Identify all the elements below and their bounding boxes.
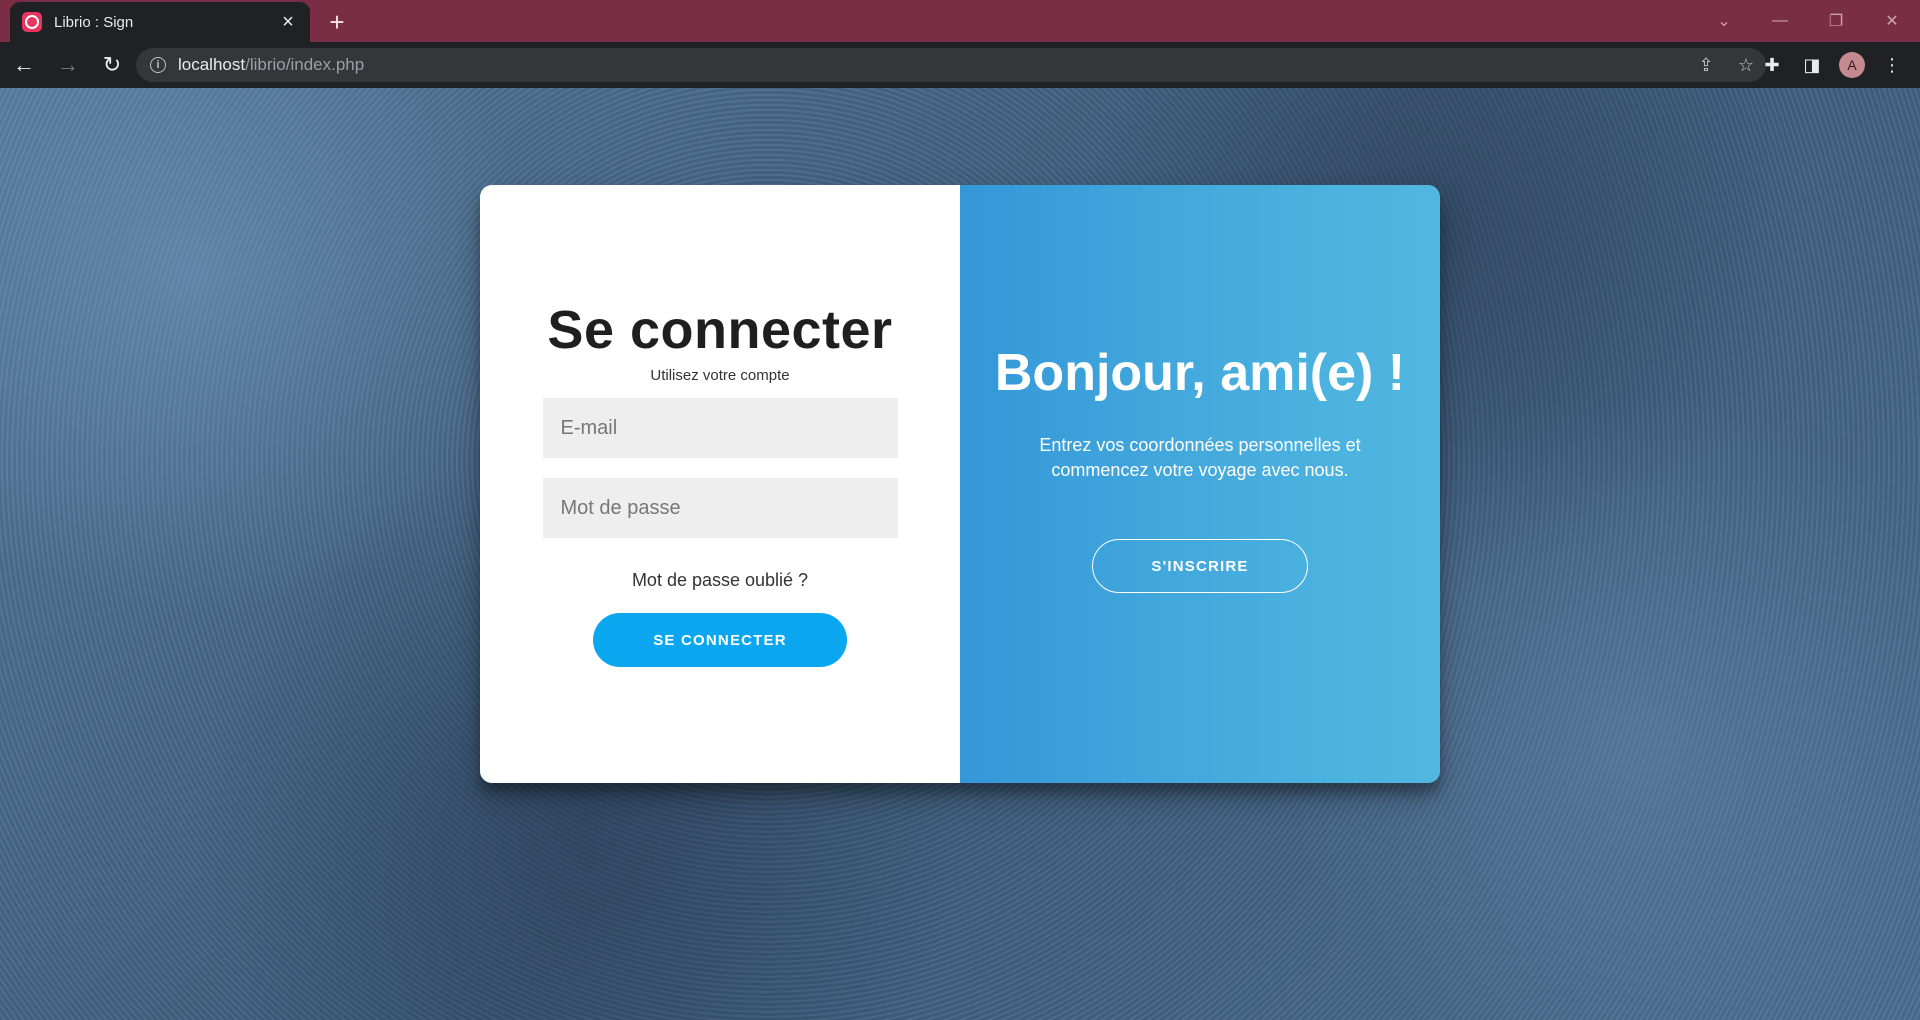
sign-in-subtitle: Utilisez votre compte xyxy=(650,367,790,384)
url-path: /librio/index.php xyxy=(245,55,365,74)
forgot-password-link[interactable]: Mot de passe oublié ? xyxy=(632,570,808,591)
side-panel-icon[interactable]: ◨ xyxy=(1792,45,1832,85)
url-host: localhost xyxy=(178,55,246,74)
forward-arrow-icon[interactable]: → xyxy=(48,45,88,85)
auth-card: Se connecter Utilisez votre compte Mot d… xyxy=(480,185,1440,783)
tab-close-icon[interactable]: × xyxy=(278,12,298,32)
page-background: Se connecter Utilisez votre compte Mot d… xyxy=(0,88,1920,1020)
welcome-title: Bonjour, ami(e) ! xyxy=(994,344,1406,402)
avatar: A xyxy=(1839,52,1865,78)
close-window-icon[interactable]: ✕ xyxy=(1864,0,1920,42)
email-field[interactable] xyxy=(542,398,898,458)
librio-favicon-icon xyxy=(22,12,42,32)
window-controls: ⌄ — ❐ ✕ xyxy=(1702,0,1920,42)
browser-tab[interactable]: Librio : Sign × xyxy=(10,2,310,42)
new-tab-button[interactable]: + xyxy=(322,7,352,37)
welcome-text: Entrez vos coordonnées personnelles et c… xyxy=(1039,435,1361,480)
sign-up-panel: Bonjour, ami(e) ! Entrez vos coordonnées… xyxy=(960,185,1440,783)
profile-button[interactable]: A xyxy=(1832,45,1872,85)
share-icon[interactable]: ⇪ xyxy=(1686,48,1726,82)
url-text: localhost/librio/index.php xyxy=(178,55,364,75)
sign-in-title: Se connecter xyxy=(547,300,893,360)
password-field[interactable] xyxy=(542,478,898,538)
minimize-icon[interactable]: — xyxy=(1752,0,1808,42)
site-info-icon[interactable]: i xyxy=(150,57,166,73)
address-bar[interactable]: i localhost/librio/index.php ⇪ ☆ xyxy=(136,48,1766,82)
reload-icon[interactable]: ↻ xyxy=(92,45,132,85)
kebab-menu-icon[interactable]: ⋮ xyxy=(1872,45,1912,85)
sign-up-button[interactable]: S'INSCRIRE xyxy=(1092,539,1308,593)
extensions-puzzle-icon[interactable]: ✚ xyxy=(1752,45,1792,85)
browser-title-bar: Librio : Sign × + ⌄ — ❐ ✕ xyxy=(0,0,1920,42)
back-arrow-icon[interactable]: ← xyxy=(4,45,44,85)
browser-toolbar: ← → ↻ i localhost/librio/index.php ⇪ ☆ ✚… xyxy=(0,42,1920,88)
restore-icon[interactable]: ❐ xyxy=(1808,0,1864,42)
sign-in-button[interactable]: SE CONNECTER xyxy=(593,613,847,667)
sign-in-panel: Se connecter Utilisez votre compte Mot d… xyxy=(480,185,960,783)
tab-title: Librio : Sign xyxy=(54,13,134,31)
tab-search-icon[interactable]: ⌄ xyxy=(1702,0,1746,42)
